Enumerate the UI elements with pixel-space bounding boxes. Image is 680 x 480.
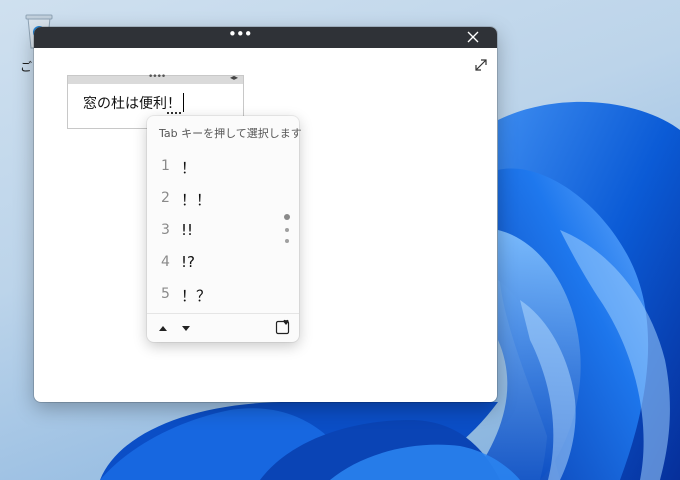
- close-icon[interactable]: [461, 27, 485, 48]
- candidate-item[interactable]: 3 !!: [147, 216, 277, 246]
- editor-drag-bar[interactable]: •••• ◂▸: [68, 72, 243, 84]
- editor-content[interactable]: 窓の杜は便利！: [83, 93, 184, 114]
- title-bar[interactable]: •••: [34, 27, 497, 48]
- ime-candidate-window: Tab キーを押して選択します 1 ！ 2 ！！ 3 !! 4 !? 5 ！？: [147, 116, 302, 343]
- candidate-hint: Tab キーを押して選択します: [159, 127, 302, 140]
- candidate-number: 4: [161, 254, 170, 270]
- recycle-bin-label: ご: [20, 60, 33, 74]
- text-caret: [183, 93, 184, 112]
- desktop: ご ••• •••• ◂▸ 窓の杜は便利！ Tab キーを押して選択します 1 …: [0, 0, 680, 480]
- composing-text: ！: [167, 96, 181, 114]
- candidate-footer: [147, 313, 299, 343]
- favorite-icon[interactable]: [275, 319, 291, 335]
- expand-icon[interactable]: [473, 57, 489, 73]
- committed-text: 窓の杜は便利: [83, 96, 167, 112]
- candidate-value: ！: [181, 159, 197, 177]
- candidate-value: !?: [181, 253, 195, 271]
- candidate-number: 5: [161, 286, 170, 302]
- candidate-number: 1: [161, 158, 170, 174]
- candidate-value: ！？: [181, 287, 212, 305]
- candidate-value: ！！: [181, 191, 212, 209]
- page-indicator[interactable]: [284, 213, 290, 247]
- candidate-number: 3: [161, 222, 170, 238]
- up-arrow-icon[interactable]: [157, 322, 169, 334]
- down-arrow-icon[interactable]: [180, 322, 192, 334]
- resize-arrows-icon[interactable]: ◂▸: [230, 73, 238, 82]
- candidate-item[interactable]: 2 ！！: [147, 184, 277, 214]
- window-menu-button[interactable]: •••: [228, 27, 253, 48]
- drag-grip-icon: ••••: [148, 72, 166, 82]
- candidate-value: !!: [181, 221, 194, 239]
- candidate-item[interactable]: 1 ！: [147, 152, 277, 182]
- candidate-item[interactable]: 5 ！？: [147, 280, 277, 310]
- candidate-number: 2: [161, 190, 170, 206]
- candidate-item[interactable]: 4 !?: [147, 248, 277, 278]
